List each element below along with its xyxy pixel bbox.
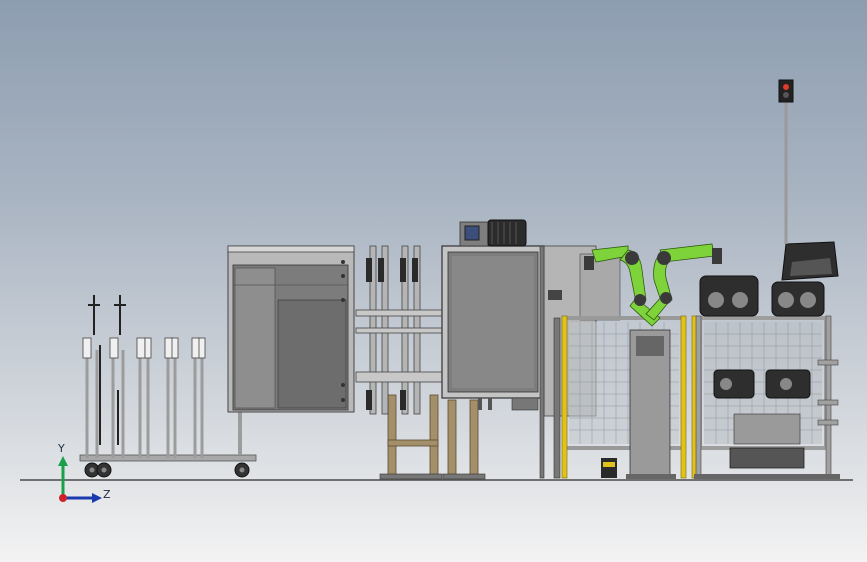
assembly-drawing [20, 79, 853, 503]
tire-processing-machine[interactable] [694, 241, 840, 479]
clamp-fixture-stand[interactable] [355, 245, 445, 480]
dual-arm-robot-cell[interactable] [539, 243, 722, 479]
signal-tower [778, 79, 794, 244]
floor-device [601, 458, 617, 478]
motor-cabinet[interactable] [441, 219, 545, 480]
signal-light-red [783, 84, 789, 90]
sheet-cabinet-enclosure[interactable] [227, 245, 355, 413]
drive-motor [459, 219, 527, 247]
triad-y-label: Y [58, 442, 65, 455]
triad-z-label: Z [103, 488, 111, 501]
cad-viewport[interactable]: Y Z [0, 0, 867, 562]
